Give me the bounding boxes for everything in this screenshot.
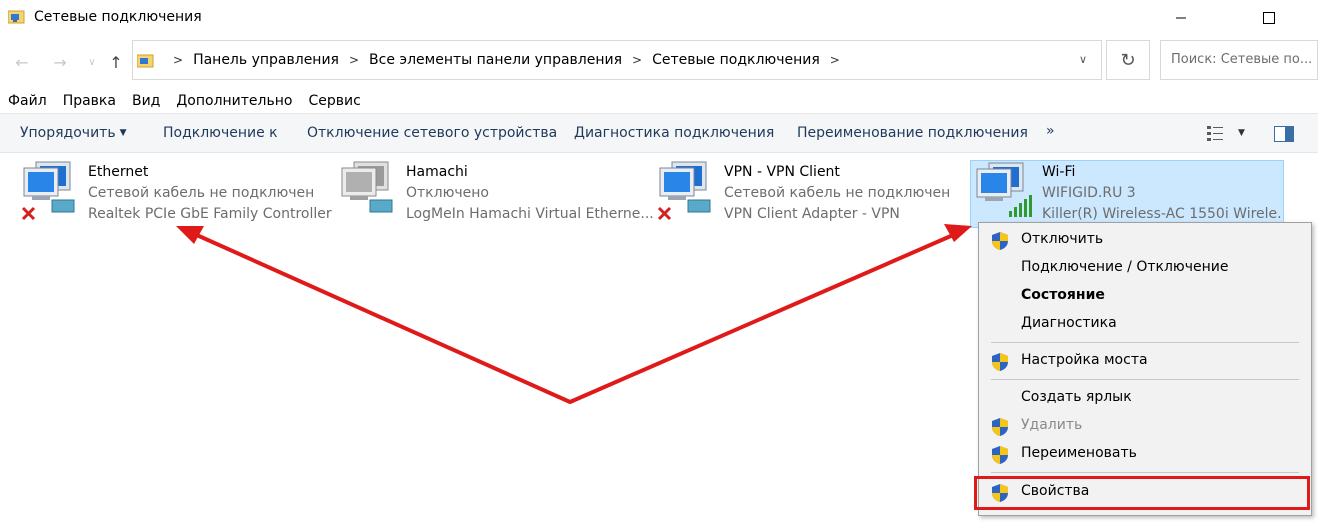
refresh-icon: ↻ bbox=[1120, 49, 1136, 71]
connection-vpn[interactable]: VPN - VPN Client Сетевой кабель не подкл… bbox=[654, 160, 954, 228]
network-adapter-icon bbox=[21, 161, 75, 221]
back-button[interactable]: ← bbox=[12, 52, 32, 72]
search-placeholder: Поиск: Сетевые по... bbox=[1171, 52, 1313, 67]
connection-status: Сетевой кабель не подключен bbox=[88, 185, 315, 201]
menu-item-create-shortcut[interactable]: Создать ярлык bbox=[979, 385, 1311, 413]
connection-status: Сетевой кабель не подключен bbox=[724, 185, 951, 201]
menu-item-label: Отключить bbox=[1021, 231, 1104, 247]
annotation-arrow-line bbox=[189, 230, 961, 404]
connection-name: Wi-Fi bbox=[1042, 164, 1076, 180]
organize-label: Упорядочить bbox=[20, 125, 116, 141]
search-input[interactable]: Поиск: Сетевые по... bbox=[1160, 40, 1318, 80]
menu-item-label: Создать ярлык bbox=[1021, 389, 1132, 405]
minimize-icon bbox=[1176, 17, 1186, 19]
connection-name: Hamachi bbox=[406, 164, 468, 180]
preview-pane-icon[interactable] bbox=[1274, 126, 1294, 142]
chevron-right-icon[interactable]: > bbox=[632, 53, 642, 67]
window-title: Сетевые подключения bbox=[34, 9, 202, 25]
menu-item-label: Состояние bbox=[1021, 287, 1105, 303]
connection-text: Hamachi Отключено LogMeIn Hamachi Virtua… bbox=[406, 162, 654, 225]
breadcrumb: > Панель управления > Все элементы панел… bbox=[163, 52, 850, 68]
menu-item-bridge[interactable]: Настройка моста bbox=[979, 348, 1311, 376]
connection-status: Отключено bbox=[406, 185, 489, 201]
minimize-button[interactable] bbox=[1158, 0, 1204, 36]
chevron-right-icon[interactable]: > bbox=[830, 53, 840, 67]
connection-device: LogMeIn Hamachi Virtual Etherne... bbox=[406, 206, 654, 222]
menu-tools[interactable]: Сервис bbox=[300, 90, 368, 112]
recent-locations-button[interactable]: ∨ bbox=[82, 52, 102, 72]
menu-bar: Файл Правка Вид Дополнительно Сервис bbox=[0, 90, 369, 112]
disable-device-button[interactable]: Отключение сетевого устройства bbox=[307, 125, 557, 141]
more-commands-button[interactable]: » bbox=[1046, 123, 1055, 139]
menu-item-label: Удалить bbox=[1021, 417, 1083, 433]
view-dropdown-icon[interactable]: ▼ bbox=[1238, 128, 1245, 138]
connection-name: Ethernet bbox=[88, 164, 149, 180]
annotation-highlight-box bbox=[974, 476, 1310, 510]
arrow-up-icon: ↑ bbox=[109, 52, 123, 72]
menu-advanced[interactable]: Дополнительно bbox=[168, 90, 300, 112]
diagnose-button[interactable]: Диагностика подключения bbox=[574, 125, 774, 141]
control-panel-icon bbox=[137, 54, 154, 68]
network-adapter-disabled-icon bbox=[341, 161, 393, 213]
arrow-left-icon: ← bbox=[15, 52, 29, 72]
menu-file[interactable]: Файл bbox=[0, 90, 55, 112]
arrow-right-icon: → bbox=[53, 52, 67, 72]
title-bar: Сетевые подключения bbox=[0, 0, 1318, 36]
chevron-down-icon: ∨ bbox=[88, 56, 96, 68]
organize-button[interactable]: Упорядочить ▼ bbox=[20, 125, 127, 141]
maximize-icon bbox=[1263, 12, 1275, 24]
maximize-button[interactable] bbox=[1246, 0, 1292, 36]
menu-item-label: Переименовать bbox=[1021, 445, 1137, 461]
menu-item-label: Подключение / Отключение bbox=[1021, 259, 1229, 275]
breadcrumb-control-panel[interactable]: Панель управления bbox=[193, 52, 339, 68]
connection-hamachi[interactable]: Hamachi Отключено LogMeIn Hamachi Virtua… bbox=[336, 160, 654, 228]
forward-button[interactable]: → bbox=[50, 52, 70, 72]
menu-item-label: Настройка моста bbox=[1021, 352, 1148, 368]
menu-view[interactable]: Вид bbox=[124, 90, 168, 112]
address-dropdown-icon[interactable]: ∨ bbox=[1079, 53, 1087, 66]
annotation-arrowhead-left bbox=[176, 226, 204, 244]
connection-device: Realtek PCIe GbE Family Controller bbox=[88, 206, 332, 222]
connection-status: WIFIGID.RU 3 bbox=[1042, 185, 1136, 201]
uac-shield-icon bbox=[992, 446, 1008, 464]
navigation-row: ← → ∨ ↑ > Панель управления > Все элемен… bbox=[0, 40, 1318, 82]
up-button[interactable]: ↑ bbox=[106, 52, 126, 72]
address-bar[interactable]: > Панель управления > Все элементы панел… bbox=[132, 40, 1102, 80]
breadcrumb-network-connections[interactable]: Сетевые подключения bbox=[652, 52, 820, 68]
wifi-adapter-icon bbox=[976, 162, 1032, 217]
uac-shield-icon bbox=[992, 418, 1008, 436]
connection-text: Wi-Fi WIFIGID.RU 3 Killer(R) Wireless-AC… bbox=[1042, 162, 1283, 225]
command-bar: Упорядочить ▼ Подключение к Отключение се… bbox=[0, 113, 1318, 153]
menu-item-disable[interactable]: Отключить bbox=[979, 227, 1311, 255]
connect-to-button[interactable]: Подключение к bbox=[163, 125, 278, 141]
menu-separator bbox=[991, 379, 1299, 380]
menu-item-label: Диагностика bbox=[1021, 315, 1117, 331]
caret-down-icon: ▼ bbox=[119, 128, 127, 138]
breadcrumb-all-items[interactable]: Все элементы панели управления bbox=[369, 52, 622, 68]
context-menu: Отключить Подключение / Отключение Состо… bbox=[978, 222, 1312, 516]
network-folder-icon bbox=[8, 10, 25, 24]
connection-wifi[interactable]: Wi-Fi WIFIGID.RU 3 Killer(R) Wireless-AC… bbox=[970, 160, 1284, 228]
uac-shield-icon bbox=[992, 353, 1008, 371]
rename-button[interactable]: Переименование подключения bbox=[797, 125, 1028, 141]
connection-ethernet[interactable]: Ethernet Сетевой кабель не подключен Rea… bbox=[18, 160, 338, 228]
connection-device: VPN Client Adapter - VPN bbox=[724, 206, 900, 222]
refresh-button[interactable]: ↻ bbox=[1106, 40, 1150, 80]
menu-item-delete: Удалить bbox=[979, 413, 1311, 441]
connection-text: VPN - VPN Client Сетевой кабель не подкл… bbox=[724, 162, 950, 225]
chevron-right-icon[interactable]: > bbox=[173, 53, 183, 67]
menu-item-rename[interactable]: Переименовать bbox=[979, 441, 1311, 469]
menu-item-connect-disconnect[interactable]: Подключение / Отключение bbox=[979, 255, 1311, 283]
connection-text: Ethernet Сетевой кабель не подключен Rea… bbox=[88, 162, 332, 225]
network-adapter-icon bbox=[657, 161, 711, 221]
connection-name: VPN - VPN Client bbox=[724, 164, 840, 180]
menu-separator bbox=[991, 342, 1299, 343]
menu-edit[interactable]: Правка bbox=[55, 90, 124, 112]
uac-shield-icon bbox=[992, 232, 1008, 250]
view-options-icon[interactable] bbox=[1206, 125, 1226, 143]
menu-item-diagnostics[interactable]: Диагностика bbox=[979, 311, 1311, 339]
chevron-right-icon[interactable]: > bbox=[349, 53, 359, 67]
menu-item-status[interactable]: Состояние bbox=[979, 283, 1311, 311]
menu-separator bbox=[991, 472, 1299, 473]
